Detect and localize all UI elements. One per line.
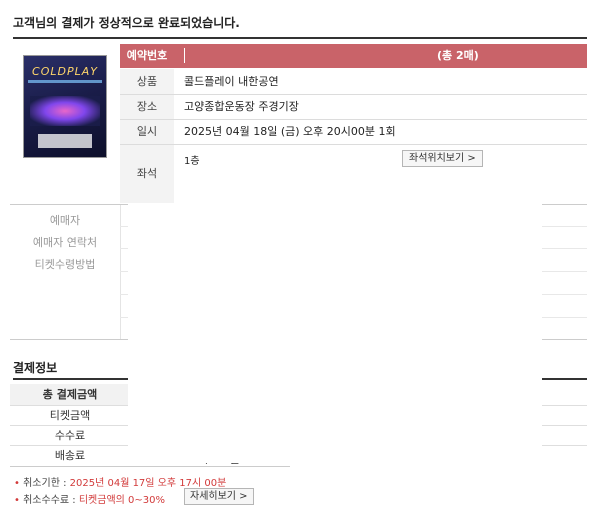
cancel-fee-value: 티켓금액의 0~30%: [78, 495, 165, 506]
ticket-amount-label: 티켓금액: [10, 406, 130, 425]
venue-value: 고양종합운동장 주경기장: [184, 100, 299, 113]
reservation-header-separator: [184, 48, 185, 63]
product-value: 콜드플레이 내한공연: [184, 75, 279, 88]
details-button[interactable]: 자세히보기 >: [184, 488, 254, 505]
ticket-receipt-method-label: 티켓수령방법: [34, 258, 96, 271]
reservation-number-label: 예약번호: [126, 49, 168, 62]
row-divider: [120, 144, 587, 145]
poster-subtitle-band: [28, 80, 102, 83]
seat-location-button[interactable]: 좌석위치보기 >: [402, 150, 483, 167]
total-amount-label: 총 결제금액: [10, 384, 130, 405]
booker-label: 예매자: [49, 214, 81, 227]
ticket-count: (총 2매): [437, 49, 479, 62]
cancel-fee-label: 취소수수료 :: [23, 495, 76, 506]
payment-bottom-border: [10, 466, 290, 467]
title-divider: [13, 37, 587, 39]
booker-contact-label: 예매자 연락처: [32, 236, 98, 249]
cancel-deadline-note: • 취소기한 : 2025년 04월 17일 오후 17시 00분: [14, 474, 226, 489]
seat-value: 1층: [184, 156, 200, 167]
concert-poster-image: COLDPLAY: [24, 56, 106, 157]
row-label-datetime: 일시: [120, 120, 174, 144]
page-title: 고객님의 결제가 정상적으로 완료되었습니다.: [13, 16, 240, 30]
bullet-icon: •: [14, 495, 20, 506]
poster-info-box: [38, 134, 92, 148]
payment-section-title: 결제정보: [13, 361, 58, 375]
row-label-seat: 좌석: [120, 145, 174, 203]
poster-stage-graphic: [30, 96, 100, 126]
fee-label: 수수료: [10, 426, 130, 445]
reservation-header-bar: [120, 44, 587, 68]
bullet-icon: •: [14, 478, 20, 489]
row-label-product: 상품: [120, 69, 174, 94]
datetime-value: 2025년 04월 18일 (금) 오후 20시00분 1회: [184, 125, 396, 138]
row-label-venue: 장소: [120, 95, 174, 119]
poster-brand-text: COLDPLAY: [32, 65, 98, 78]
cancel-fee-note: • 취소수수료 : 티켓금액의 0~30%: [14, 491, 165, 506]
shipping-fee-label: 배송료: [10, 446, 130, 465]
cancel-deadline-label: 취소기한 :: [23, 478, 67, 489]
redaction-overlay: [128, 204, 542, 463]
